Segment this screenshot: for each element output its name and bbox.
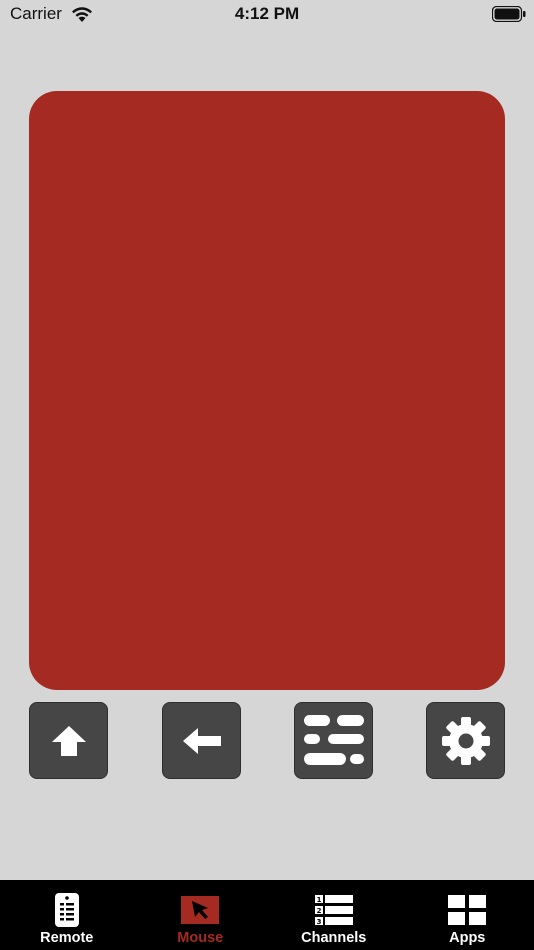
gear-icon	[441, 716, 490, 765]
tab-apps[interactable]: Apps	[401, 880, 534, 950]
tab-bar: Remote Mouse 1 2 3 Channels Apps	[0, 880, 534, 950]
tab-remote[interactable]: Remote	[0, 880, 134, 950]
svg-text:3: 3	[316, 918, 321, 925]
numbered-list-icon: 1 2 3	[314, 895, 353, 925]
tab-apps-label: Apps	[449, 930, 486, 946]
mouse-pointer-icon	[181, 896, 220, 924]
up-arrow-icon	[51, 725, 86, 756]
home-button[interactable]	[29, 702, 108, 779]
back-button[interactable]	[162, 702, 241, 779]
menu-options-button[interactable]	[294, 702, 373, 779]
grid-icon	[448, 895, 487, 925]
tab-remote-label: Remote	[40, 930, 94, 946]
left-arrow-icon	[182, 727, 221, 754]
svg-text:2: 2	[316, 907, 321, 915]
settings-button[interactable]	[426, 702, 505, 779]
clock-time: 4:12 PM	[234, 4, 300, 23]
tab-channels-label: Channels	[301, 930, 367, 946]
remote-icon	[54, 893, 79, 927]
svg-text:1: 1	[316, 896, 321, 904]
mouse-touchpad[interactable]	[29, 91, 505, 690]
tab-channels[interactable]: 1 2 3 Channels	[267, 880, 401, 950]
tab-mouse-label: Mouse	[177, 930, 224, 946]
menu-options-icon	[303, 714, 364, 765]
tab-mouse[interactable]: Mouse	[134, 880, 268, 950]
status-bar: Carrier 4:12 PM	[0, 0, 534, 30]
battery-icon	[492, 6, 526, 22]
